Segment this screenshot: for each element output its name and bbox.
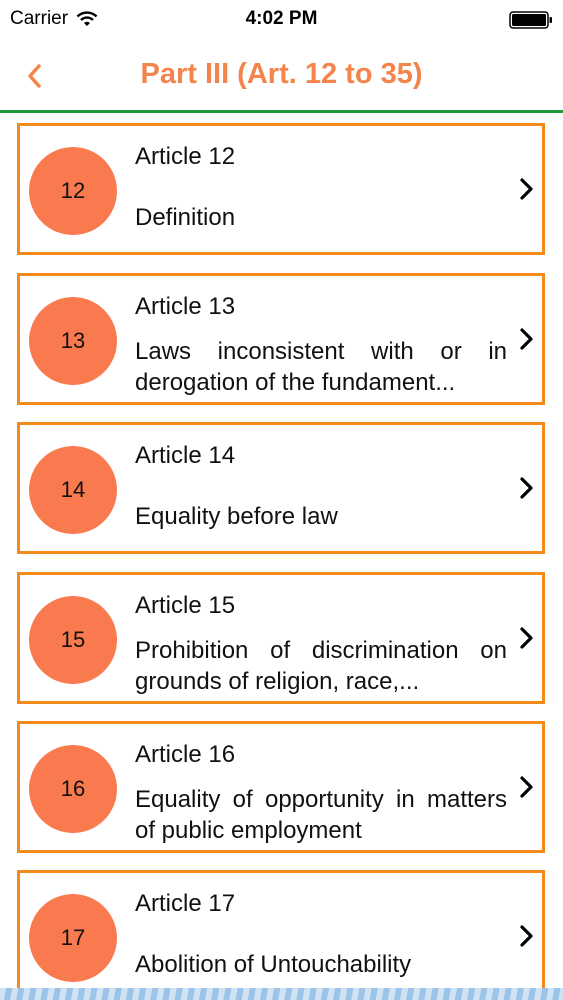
page-title: Part III (Art. 12 to 35) (140, 58, 423, 90)
article-number-badge: 16 (29, 745, 117, 833)
article-title: Article 17 (135, 890, 236, 917)
article-title: Article 16 (135, 741, 236, 768)
article-title: Article 13 (135, 293, 236, 320)
article-description: Laws inconsistent with or in derogation … (135, 338, 507, 396)
article-description: Definition (135, 204, 236, 231)
article-row-12[interactable]: 12 Article 12 Definition (17, 123, 545, 255)
article-row-14[interactable]: 14 Article 14 Equality before law (17, 422, 545, 554)
bottom-decorative-strip (0, 988, 563, 1000)
chevron-right-icon (520, 776, 533, 798)
chevron-right-icon (520, 178, 533, 200)
chevron-right-icon (520, 627, 533, 649)
article-number-badge: 12 (29, 147, 117, 235)
article-title: Article 12 (135, 143, 236, 170)
article-row-15[interactable]: 15 Article 15 Prohibition of discriminat… (17, 572, 545, 704)
article-row-13[interactable]: 13 Article 13 Laws inconsistent with or … (17, 273, 545, 405)
article-row-16[interactable]: 16 Article 16 Equality of opportunity in… (17, 721, 545, 853)
article-description: Abolition of Untouchability (135, 951, 412, 978)
article-title: Article 15 (135, 592, 236, 619)
article-description: Prohibition of discrimination on grounds… (135, 637, 507, 695)
article-number-badge: 15 (29, 596, 117, 684)
article-description: Equality of opportunity in matters of pu… (135, 786, 507, 844)
chevron-right-icon (520, 925, 533, 947)
nav-bar: Part III (Art. 12 to 35) (0, 40, 563, 113)
article-number-badge: 14 (29, 446, 117, 534)
status-bar: Carrier 4:02 PM (0, 0, 563, 40)
chevron-right-icon (520, 477, 533, 499)
article-number-badge: 17 (29, 894, 117, 982)
article-title: Article 14 (135, 442, 236, 469)
chevron-right-icon (520, 328, 533, 350)
article-number-badge: 13 (29, 297, 117, 385)
article-description: Equality before law (135, 503, 338, 530)
status-time: 4:02 PM (245, 8, 318, 29)
battery-icon (509, 11, 552, 29)
article-list[interactable]: 12 Article 12 Definition 13 Article 13 L… (0, 113, 563, 1000)
article-row-17[interactable]: 17 Article 17 Abolition of Untouchabilit… (17, 870, 545, 1000)
